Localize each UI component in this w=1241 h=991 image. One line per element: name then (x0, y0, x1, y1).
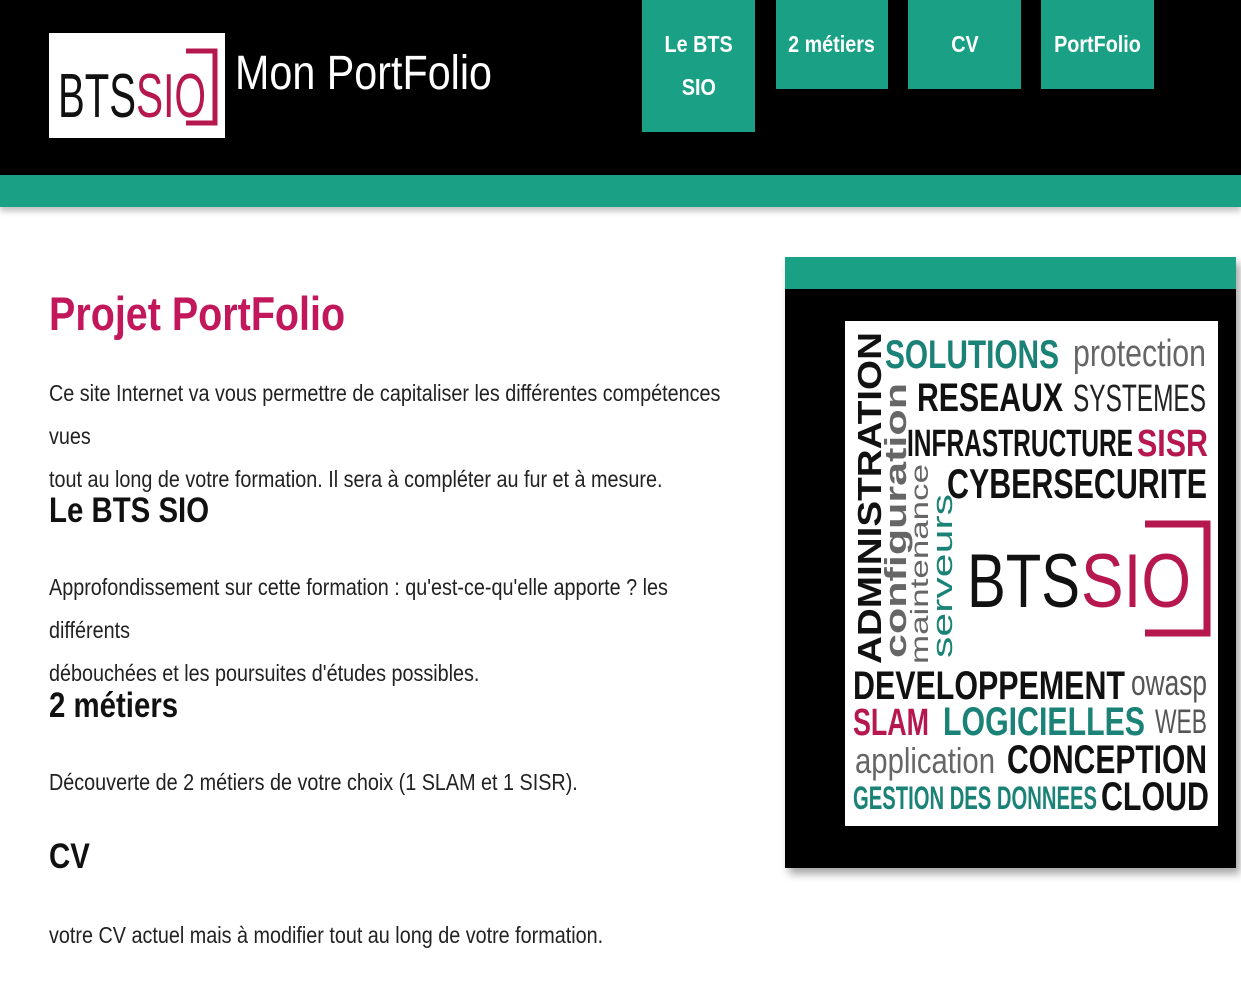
section-heading-2-metiers: 2 métiers (49, 686, 179, 725)
nav-label: PortFolio (1054, 31, 1141, 57)
wc-application: application (855, 740, 995, 781)
bts-sio-wordcloud-image: ADMINISTRATION configuration maintenance… (845, 321, 1218, 826)
nav-le-bts-sio[interactable]: Le BTS SIO (642, 0, 755, 132)
wc-sisr: SISR (1137, 423, 1208, 465)
wc-infrastructure: INFRASTRUCTURE (907, 423, 1133, 465)
section-bts-sio-line-1: Approfondissement sur cette formation : … (49, 574, 668, 643)
site-title: Mon PortFolio (235, 47, 492, 100)
wc-slam: SLAM (853, 702, 929, 744)
wc-sio: SIO (1081, 539, 1191, 624)
wc-gestion: GESTION DES DONNEES (853, 780, 1097, 816)
wc-cloud: CLOUD (1101, 775, 1209, 819)
wordcloud-graphic: ADMINISTRATION configuration maintenance… (851, 332, 1211, 819)
wc-protection: protection (1073, 333, 1206, 375)
site-header: BTS SIO Mon PortFolio Le BTS SIO 2 métie… (0, 0, 1241, 175)
section-2-metiers-paragraph: Découverte de 2 métiers de votre choix (… (49, 769, 578, 795)
nav-label: CV (950, 31, 979, 57)
wc-serveurs: serveurs (927, 494, 959, 658)
section-bts-sio-paragraph: Approfondissement sur cette formation : … (49, 566, 737, 695)
bts-sio-logo-graphic: BTS SIO (58, 48, 218, 131)
header-accent-bar (0, 175, 1241, 207)
nav-label-line2: SIO (681, 74, 716, 100)
wc-cybersecurite: CYBERSECURITE (947, 460, 1207, 507)
section-heading-bts-sio: Le BTS SIO (49, 491, 210, 530)
intro-paragraph: Ce site Internet va vous permettre de ca… (49, 372, 737, 501)
page-title: Projet PortFolio (49, 287, 346, 340)
nav-cv[interactable]: CV (908, 0, 1021, 89)
nav-2-metiers[interactable]: 2 métiers (776, 0, 888, 89)
intro-line-1: Ce site Internet va vous permettre de ca… (49, 380, 721, 449)
wc-solutions: SOLUTIONS (885, 333, 1059, 377)
wc-reseaux: RESEAUX (917, 376, 1063, 420)
wc-bts: BTS (967, 539, 1080, 624)
wc-owasp: owasp (1131, 662, 1207, 703)
nav-portfolio[interactable]: PortFolio (1041, 0, 1154, 89)
section-cv-paragraph: votre CV actuel mais à modifier tout au … (49, 922, 604, 948)
svg-text:BTS: BTS (58, 62, 136, 131)
bts-sio-logo[interactable]: BTS SIO (49, 33, 225, 138)
nav-label: 2 métiers (788, 31, 876, 57)
nav-label-line1: Le BTS (664, 31, 733, 57)
section-heading-cv: CV (49, 837, 90, 876)
image-panel-accent-bar (785, 257, 1236, 289)
wc-systemes: SYSTEMES (1073, 378, 1206, 420)
wc-web: WEB (1155, 703, 1207, 741)
